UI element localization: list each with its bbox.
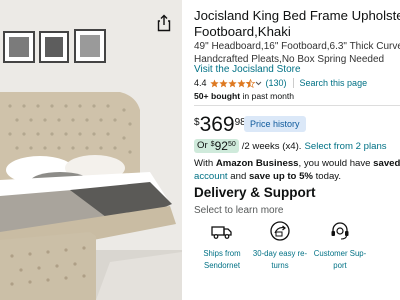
price-history-button[interactable]: Price history: [244, 116, 306, 132]
truck-icon: [211, 226, 232, 239]
product-details: Jocisland King Bed Frame Upholstered W F…: [194, 0, 400, 300]
rating-value: 4.4: [194, 78, 207, 88]
share-icon[interactable]: [156, 14, 172, 32]
separator: [292, 78, 294, 88]
business-save-percent: save up to 5%: [248, 171, 313, 182]
star-icon: [236, 78, 246, 87]
business-mid: , you would have: [298, 158, 374, 169]
business-line1: With Amazon Business, you would have sav…: [194, 157, 400, 170]
rating-row: 4.4 (130) Search this page: [194, 78, 367, 88]
product-image[interactable]: [0, 0, 182, 300]
product-subtitle-line1: 49" Headboard,16" Footboard,6.3" Thick C…: [194, 41, 400, 52]
feature-label: Ships from Sendornet: [203, 249, 241, 270]
bed-photo: [0, 0, 182, 300]
delivery-heading: Delivery & Support: [194, 185, 316, 200]
plan-price-badge: Or $ 92 50: [194, 139, 239, 153]
price: $ 369 98: [194, 114, 246, 136]
product-title: Jocisland King Bed Frame Upholstered W F…: [194, 8, 400, 40]
bought-count-rest: in past month: [240, 91, 295, 101]
search-page-link[interactable]: Search this page: [300, 78, 368, 88]
price-whole: 369: [199, 113, 235, 136]
business-prefix: With: [194, 158, 216, 169]
delivery-features: Ships from Sendornet 30-day easy re- tur…: [194, 220, 400, 280]
half-star-icon: [245, 78, 255, 88]
business-name: Amazon Business: [215, 158, 299, 169]
review-count-link[interactable]: (130): [266, 78, 287, 88]
star-rating[interactable]: [209, 78, 262, 88]
business-account-link[interactable]: account: [194, 171, 228, 182]
star-icon: [227, 78, 237, 87]
feature-label: Customer Sup- port: [313, 249, 367, 270]
bought-count: 50+ bought in past month: [194, 91, 294, 101]
bought-count-bold: 50+ bought: [194, 91, 241, 101]
business-line2-end: today.: [312, 171, 342, 182]
plan-price-fraction: 50: [227, 141, 236, 148]
feature-ships-from[interactable]: Ships from Sendornet: [194, 220, 250, 272]
business-line2-mid: and: [227, 171, 249, 182]
business-savings: saved $266: [373, 158, 400, 169]
product-title-line1: Jocisland King Bed Frame Upholstered W: [194, 8, 400, 23]
star-icon: [218, 78, 228, 87]
store-link[interactable]: Visit the Jocisland Store: [194, 64, 301, 75]
business-line2: account and save up to 5% today.: [194, 170, 400, 183]
plan-period: /2 weeks (x4).: [241, 140, 302, 152]
feature-label: 30-day easy re- turns: [252, 249, 308, 270]
amazon-business-offer: With Amazon Business, you would have sav…: [194, 157, 400, 183]
feature-returns[interactable]: 30-day easy re- turns: [252, 220, 308, 272]
plan-or-label: Or: [197, 140, 208, 151]
select-to-learn-more[interactable]: Select to learn more: [194, 205, 284, 216]
divider: [194, 105, 400, 106]
plan-price-whole: 92: [214, 139, 228, 153]
select-plans-link[interactable]: Select from 2 plans: [304, 141, 386, 152]
chevron-down-icon: [255, 81, 261, 85]
feature-customer-support[interactable]: Customer Sup- port: [312, 220, 368, 272]
star-icon: [209, 78, 219, 87]
headset-icon: [331, 222, 349, 240]
product-subtitle: 49" Headboard,16" Footboard,6.3" Thick C…: [194, 40, 400, 66]
product-title-line2: Footboard,Khaki: [194, 24, 291, 39]
returns-icon: [270, 221, 290, 241]
payment-plan: Or $ 92 50 /2 weeks (x4). Select from 2 …: [194, 139, 387, 153]
